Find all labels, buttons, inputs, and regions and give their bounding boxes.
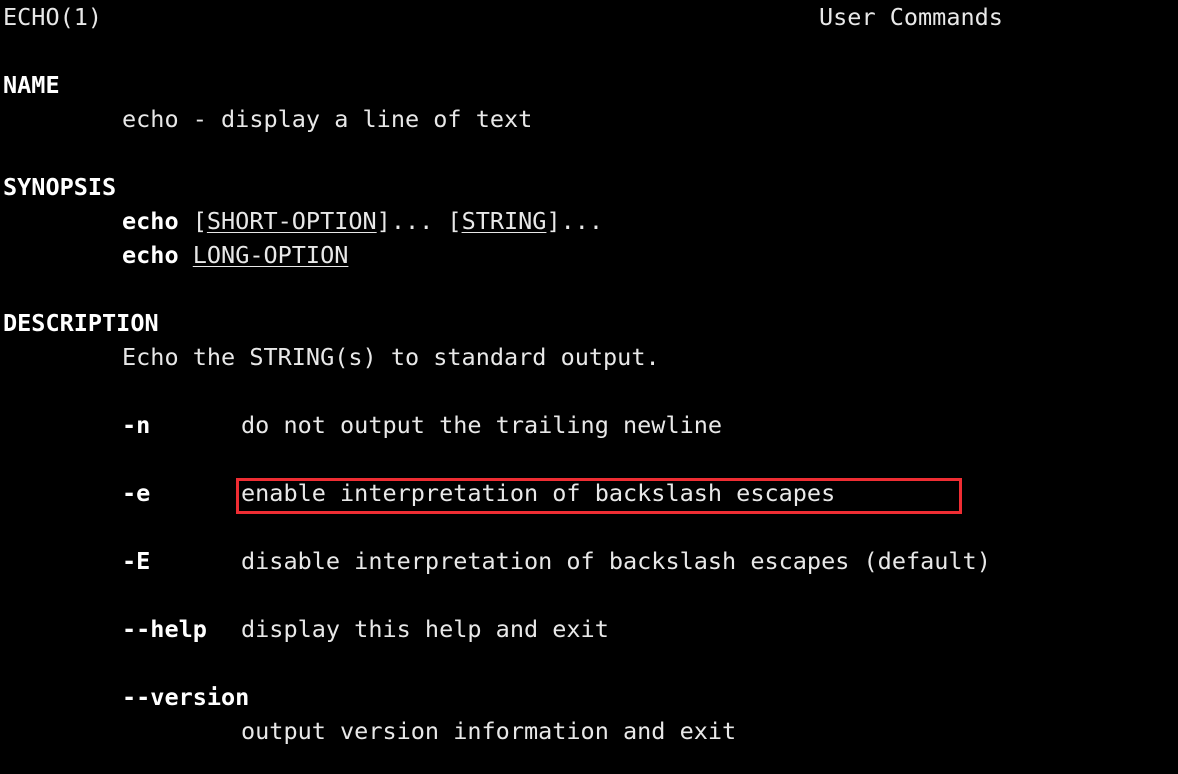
synopsis-arg-short-option: SHORT-OPTION [206,207,377,235]
option-desc-e: enable interpretation of backslash escap… [241,479,836,507]
option-desc-version: output version information and exit [241,717,737,745]
synopsis-sep-1a: [ [178,207,207,235]
section-heading-description: DESCRIPTION [3,309,159,337]
synopsis-arg-long-option: LONG-OPTION [192,241,349,269]
option-flag-n: -n [122,411,151,439]
synopsis-command-2: echo [122,241,179,269]
option-flag-E: -E [122,547,151,575]
synopsis-sep-2a [179,241,193,269]
option-flag-version: --version [122,683,250,711]
man-header-center: User Commands [819,3,1003,31]
man-header-left: ECHO(1) [3,3,103,31]
option-flag-e: -e [122,479,151,507]
man-page-viewport: ECHO(1) User Commands NAME echo - displa… [0,0,1178,774]
section-body-description-intro: Echo the STRING(s) to standard output. [122,343,660,371]
section-body-name: echo - display a line of text [122,105,533,133]
synopsis-sep-1b: ]... [ [376,207,462,235]
section-heading-synopsis: SYNOPSIS [3,173,117,201]
synopsis-line-2: echo LONG-OPTION [122,238,348,272]
section-heading-name: NAME [3,71,60,99]
synopsis-command-1: echo [122,207,179,235]
option-flag-help: --help [122,615,207,643]
option-desc-help: display this help and exit [241,615,609,643]
option-desc-E: disable interpretation of backslash esca… [241,547,991,575]
synopsis-arg-string: STRING [461,207,547,235]
synopsis-sep-1c: ]... [546,207,604,235]
option-desc-n: do not output the trailing newline [241,411,723,439]
synopsis-line-1: echo [SHORT-OPTION]... [STRING]... [122,204,603,238]
